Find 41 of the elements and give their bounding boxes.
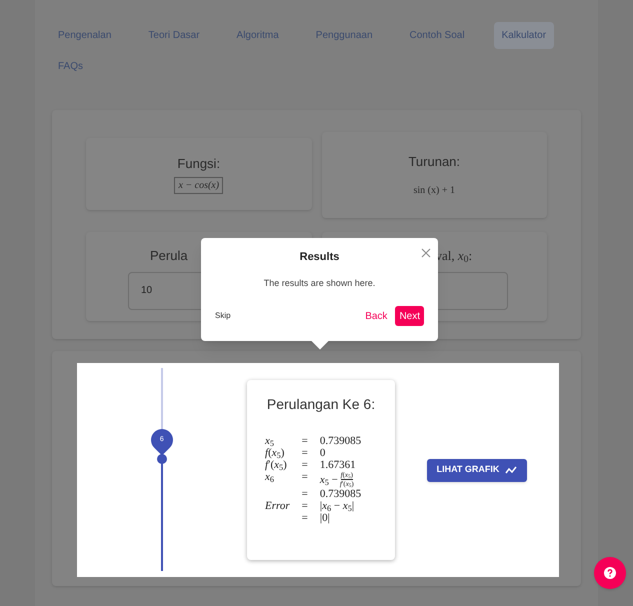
math-value: |x$_{6}$ − x$_{5}$|	[320, 500, 356, 512]
iteration-title: Perulangan Ke 6:	[266, 395, 376, 414]
equals-sign: =	[302, 500, 308, 512]
math-term: x$_{6}$	[265, 471, 276, 486]
equals-sign: =	[302, 512, 308, 524]
back-button[interactable]: Back	[365, 308, 388, 324]
formula: sin (x) + 1	[414, 184, 455, 198]
equals-sign: =	[302, 459, 308, 471]
equals-sign: =	[302, 447, 308, 459]
math-term: f(x$_{5}$)	[265, 447, 286, 459]
nav-tab[interactable]: Algoritma	[228, 22, 287, 49]
popup-title: Results	[298, 250, 340, 265]
trend-icon	[505, 466, 518, 474]
skip-button[interactable]: Skip	[215, 310, 231, 322]
nav-tab[interactable]: Teori Dasar	[140, 22, 208, 49]
nav-tab[interactable]: Contoh Soal	[402, 22, 473, 49]
math-value: 0	[320, 447, 326, 459]
nav-tab[interactable]: Penggunaan	[308, 22, 381, 49]
math-value: 0.739085	[320, 435, 362, 447]
math-value: 1.67361	[320, 459, 357, 471]
math-term: f′(x$_{5}$)	[265, 459, 288, 471]
popup-message: The results are shown here.	[262, 276, 376, 290]
card-label: Fungsi:	[177, 154, 220, 173]
next-button[interactable]: Next	[395, 306, 424, 326]
close-icon[interactable]	[421, 248, 431, 258]
chart-button[interactable]: LIHAT GRAFIK	[426, 458, 528, 482]
card-label: Turunan:	[408, 152, 460, 171]
help-icon	[604, 567, 616, 579]
nav-tab[interactable]: FAQs	[50, 53, 92, 80]
equals-sign: =	[302, 471, 308, 485]
math-term: x$_{5}$	[265, 435, 276, 447]
nav-tab[interactable]: Kalkulator	[494, 22, 554, 49]
equals-sign: =	[302, 488, 308, 500]
nav-tab[interactable]: Pengenalan	[50, 22, 120, 49]
slider-thumb[interactable]	[157, 454, 167, 464]
equals-sign: =	[302, 435, 308, 447]
help-button[interactable]	[594, 557, 626, 589]
math-term: Error	[265, 500, 290, 512]
math-value: 0.739085	[320, 488, 362, 500]
formula: x − cos(x)	[174, 177, 224, 194]
math-value: |0|	[320, 512, 331, 524]
